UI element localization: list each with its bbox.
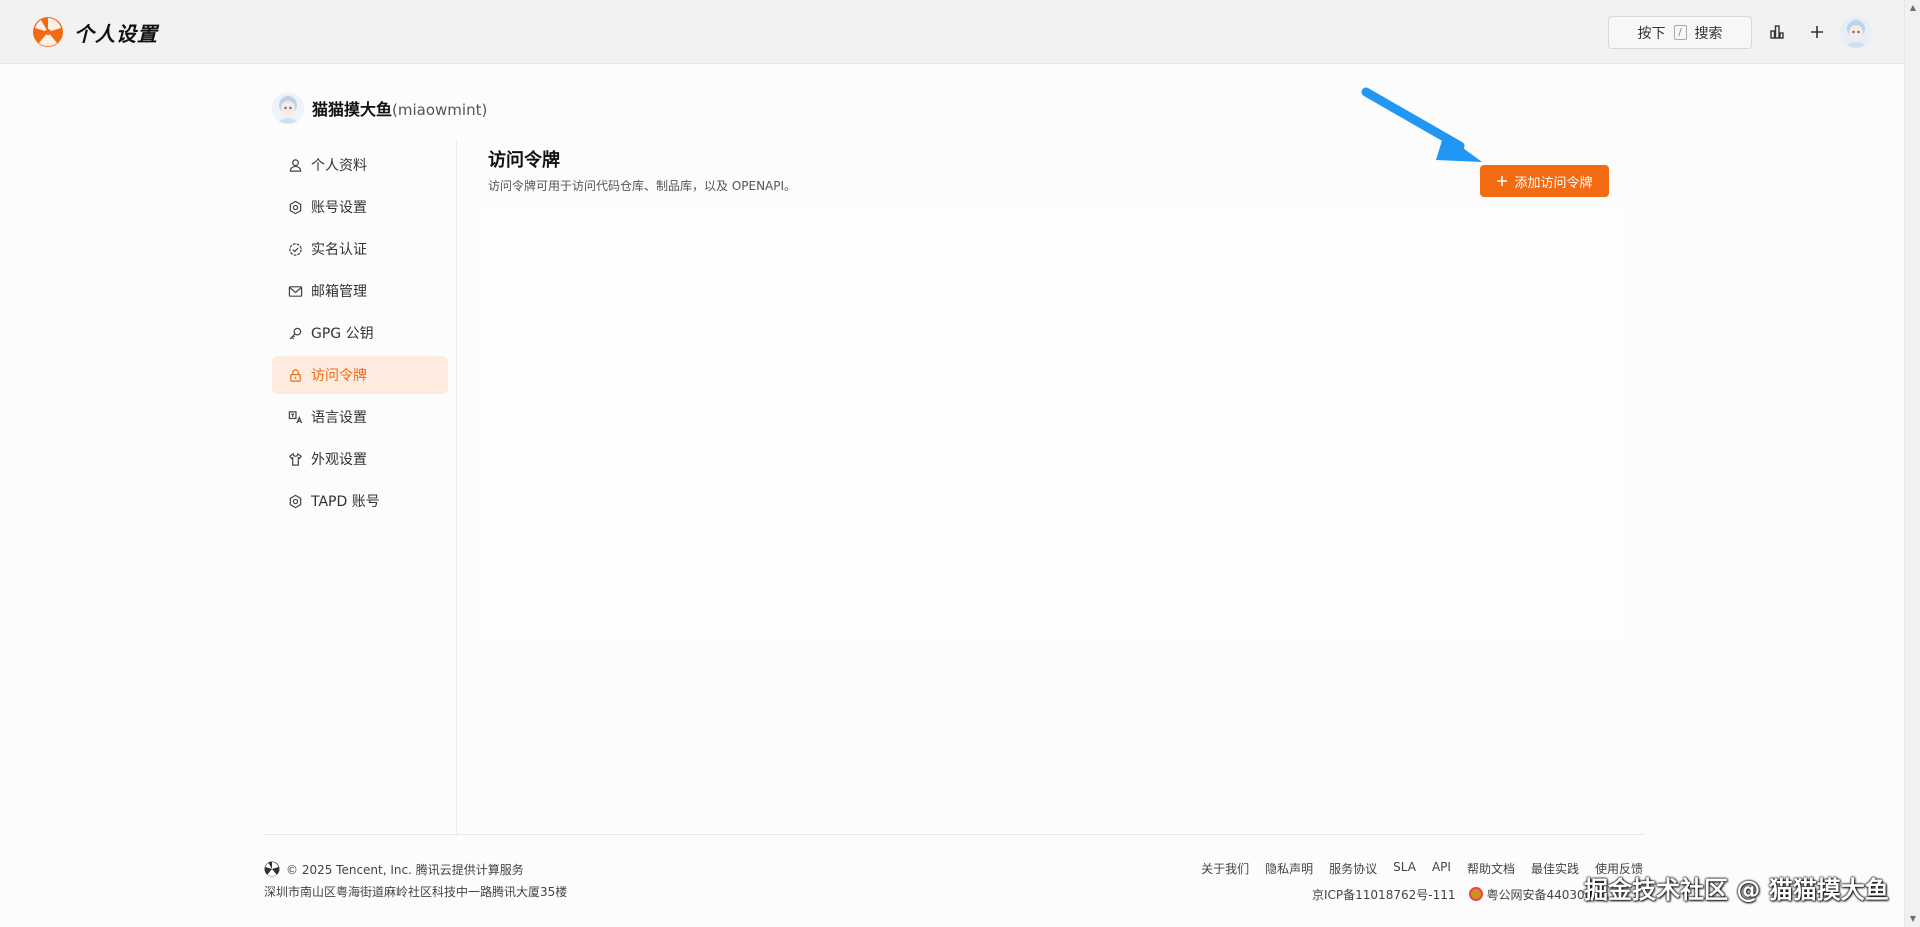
translate-icon bbox=[288, 410, 303, 423]
footer-link-privacy[interactable]: 隐私声明 bbox=[1265, 860, 1313, 877]
user-icon bbox=[289, 158, 302, 172]
footer-divider bbox=[264, 834, 1644, 835]
sidebar: 个人资料 账号设置 实名认证 邮箱管理 GPG 公钥 访问令牌 语言设置 外观设… bbox=[272, 146, 448, 524]
sidebar-item-account[interactable]: 账号设置 bbox=[272, 188, 448, 226]
sidebar-item-label: 语言设置 bbox=[311, 410, 367, 426]
sidebar-item-label: 个人资料 bbox=[311, 158, 367, 174]
mail-icon bbox=[288, 285, 303, 297]
sidebar-item-label: GPG 公钥 bbox=[311, 326, 374, 342]
user-login: (miaowmint) bbox=[392, 101, 488, 119]
search-button[interactable]: 按下 / 搜索 bbox=[1608, 16, 1752, 49]
sidebar-item-access-token[interactable]: 访问令牌 bbox=[272, 356, 448, 394]
sidebar-item-tapd[interactable]: TAPD 账号 bbox=[272, 482, 448, 520]
footer-link-about[interactable]: 关于我们 bbox=[1201, 860, 1249, 877]
scrollbar[interactable]: ▲ ▼ bbox=[1904, 0, 1920, 927]
logo-icon bbox=[264, 861, 280, 877]
avatar[interactable] bbox=[1840, 16, 1872, 48]
sidebar-item-profile[interactable]: 个人资料 bbox=[272, 146, 448, 184]
sidebar-item-label: 访问令牌 bbox=[311, 368, 367, 384]
footer-link-api[interactable]: API bbox=[1432, 860, 1451, 877]
icp-record-link[interactable]: 京ICP备11018762号-111 bbox=[1312, 886, 1455, 903]
logo-icon[interactable] bbox=[32, 16, 64, 48]
lock-icon bbox=[290, 368, 301, 382]
settings-icon bbox=[289, 200, 302, 214]
footer-records: 京ICP备11018762号-111 粤公网安备44030000 bbox=[1312, 886, 1608, 903]
footer-link-terms[interactable]: 服务协议 bbox=[1329, 860, 1377, 877]
sidebar-item-label: 外观设置 bbox=[311, 452, 367, 468]
sidebar-item-email[interactable]: 邮箱管理 bbox=[272, 272, 448, 310]
watermark: 掘金技术社区 @ 猫猫摸大鱼 bbox=[1584, 876, 1889, 904]
sidebar-item-label: 实名认证 bbox=[311, 242, 367, 258]
footer-info: © 2025 Tencent, Inc. 腾讯云提供计算服务 深圳市南山区粤海街… bbox=[264, 860, 567, 900]
search-label: 搜索 bbox=[1694, 25, 1723, 42]
sidebar-divider bbox=[456, 140, 457, 834]
sidebar-item-verification[interactable]: 实名认证 bbox=[272, 230, 448, 268]
sidebar-item-language[interactable]: 语言设置 bbox=[272, 398, 448, 436]
footer-link-sla[interactable]: SLA bbox=[1393, 860, 1416, 877]
footer-link-help[interactable]: 帮助文档 bbox=[1467, 860, 1515, 877]
user-name: 猫猫摸大鱼(miaowmint) bbox=[312, 96, 487, 120]
footer-link-best-practices[interactable]: 最佳实践 bbox=[1531, 860, 1579, 877]
annotation-arrow-icon bbox=[1361, 87, 1482, 162]
shirt-icon bbox=[289, 452, 302, 466]
section-description: 访问令牌可用于访问代码仓库、制品库，以及 OPENAPI。 bbox=[488, 179, 797, 193]
add-access-token-label: 添加访问令牌 bbox=[1514, 175, 1593, 191]
slash-key-icon: / bbox=[1673, 25, 1687, 40]
sidebar-item-label: 邮箱管理 bbox=[311, 284, 367, 300]
sidebar-item-label: 账号设置 bbox=[311, 200, 367, 216]
company-address: 深圳市南山区粤海街道麻岭社区科技中一路腾讯大厦35楼 bbox=[264, 884, 568, 899]
sidebar-item-appearance[interactable]: 外观设置 bbox=[272, 440, 448, 478]
user-avatar[interactable] bbox=[272, 92, 304, 124]
verified-icon bbox=[289, 242, 302, 256]
user-display-name: 猫猫摸大鱼 bbox=[312, 100, 393, 119]
token-list-panel bbox=[476, 208, 1628, 644]
plus-icon[interactable] bbox=[1806, 21, 1828, 43]
scroll-down-arrow-icon[interactable]: ▼ bbox=[1905, 911, 1920, 927]
copyright-text: © 2025 Tencent, Inc. 腾讯云提供计算服务 bbox=[286, 862, 524, 877]
settings-icon bbox=[289, 494, 302, 508]
chart-icon[interactable] bbox=[1766, 21, 1788, 43]
top-bar: 个人设置 按下 / 搜索 bbox=[0, 0, 1904, 64]
page-title: 个人设置 bbox=[74, 22, 158, 46]
key-icon bbox=[289, 327, 302, 340]
footer-links: 关于我们 隐私声明 服务协议 SLA API 帮助文档 最佳实践 使用反馈 bbox=[1201, 860, 1643, 877]
sidebar-item-gpg[interactable]: GPG 公钥 bbox=[272, 314, 448, 352]
sidebar-item-label: TAPD 账号 bbox=[311, 494, 380, 510]
scroll-up-arrow-icon[interactable]: ▲ bbox=[1905, 0, 1920, 16]
search-press-label: 按下 bbox=[1637, 25, 1666, 42]
plus-icon bbox=[1497, 176, 1508, 186]
police-badge-icon bbox=[1469, 887, 1484, 901]
add-access-token-button[interactable]: 添加访问令牌 bbox=[1480, 165, 1609, 197]
section-title: 访问令牌 bbox=[488, 150, 560, 171]
